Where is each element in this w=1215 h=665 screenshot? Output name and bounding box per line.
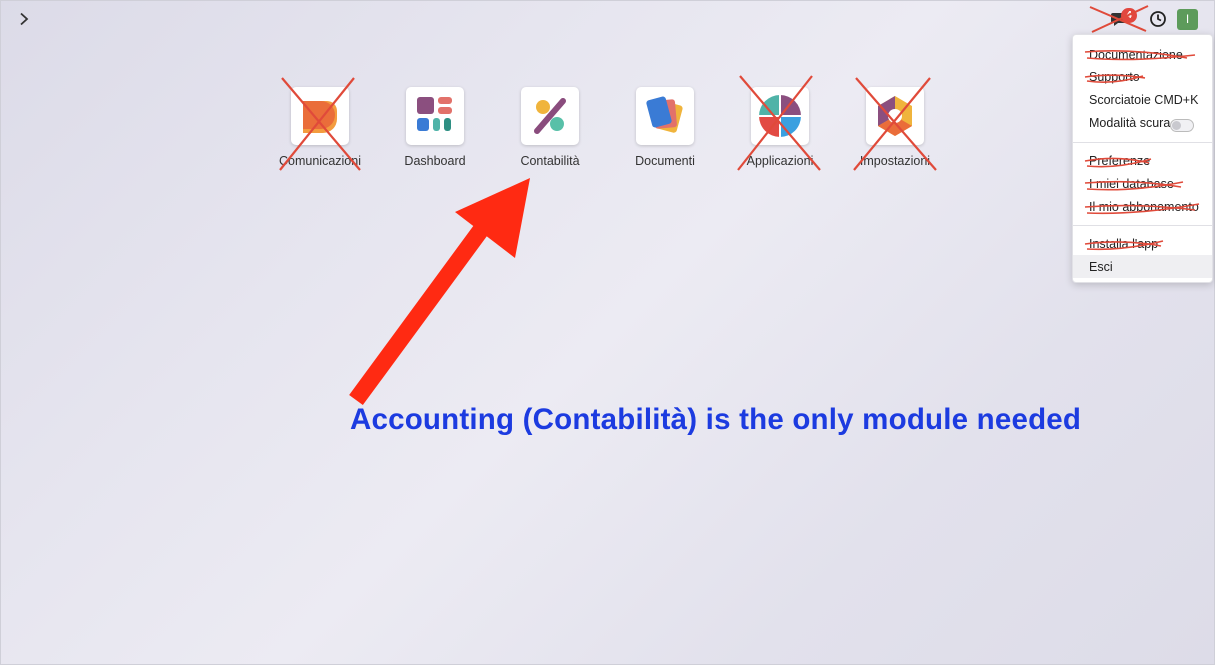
annotation-caption: Accounting (Contabilità) is the only mod… bbox=[350, 403, 1082, 436]
menu-divider bbox=[1073, 225, 1212, 226]
app-comunicazioni[interactable]: Comunicazioni bbox=[265, 87, 375, 168]
menu-toggle-button[interactable] bbox=[14, 8, 34, 30]
app-label: Documenti bbox=[635, 154, 695, 168]
menu-divider bbox=[1073, 142, 1212, 143]
menu-item-install-app[interactable]: Installa l'app bbox=[1089, 237, 1158, 251]
apps-icon bbox=[751, 87, 809, 145]
menu-item-logout[interactable]: Esci bbox=[1089, 260, 1113, 274]
activity-button[interactable] bbox=[1149, 10, 1167, 28]
dashboard-icon bbox=[406, 87, 464, 145]
chevron-right-icon bbox=[20, 12, 29, 26]
dark-mode-toggle[interactable] bbox=[1170, 119, 1194, 132]
menu-item-my-subscription[interactable]: Il mio abbonamento bbox=[1089, 200, 1199, 214]
menu-item-my-databases[interactable]: I miei database bbox=[1089, 177, 1174, 191]
menu-item-preferences[interactable]: Preferenze bbox=[1089, 154, 1150, 168]
app-label: Dashboard bbox=[404, 154, 466, 168]
menu-item-documentation[interactable]: Documentazione bbox=[1089, 48, 1183, 62]
toggle-knob bbox=[1172, 121, 1181, 130]
app-label: Applicazioni bbox=[746, 154, 814, 168]
app-dashboard[interactable]: Dashboard bbox=[380, 87, 490, 168]
app-label: Impostazioni bbox=[859, 154, 931, 168]
menu-item-shortcuts[interactable]: Scorciatoie CMD+K bbox=[1089, 93, 1198, 107]
accounting-icon bbox=[521, 87, 579, 145]
annotation-arrow bbox=[349, 178, 530, 406]
settings-icon bbox=[866, 87, 924, 145]
app-applicazioni[interactable]: Applicazioni bbox=[725, 87, 835, 168]
documents-icon bbox=[636, 87, 694, 145]
app-documenti[interactable]: Documenti bbox=[610, 87, 720, 168]
menu-item-dark-mode[interactable]: Modalità scura bbox=[1089, 116, 1170, 130]
clock-icon bbox=[1150, 11, 1166, 27]
user-menu-dropdown: Documentazione Supporto Scorciatoie CMD+… bbox=[1072, 34, 1213, 283]
user-avatar[interactable]: I bbox=[1177, 9, 1198, 30]
app-label: Comunicazioni bbox=[279, 154, 361, 168]
chat-badge: 4 bbox=[1121, 8, 1137, 23]
app-impostazioni[interactable]: Impostazioni bbox=[840, 87, 950, 168]
app-contabilita[interactable]: Contabilità bbox=[495, 87, 605, 168]
menu-item-support[interactable]: Supporto bbox=[1089, 70, 1140, 84]
discuss-icon bbox=[291, 87, 349, 145]
window-frame bbox=[0, 0, 1215, 665]
app-label: Contabilità bbox=[520, 154, 580, 168]
